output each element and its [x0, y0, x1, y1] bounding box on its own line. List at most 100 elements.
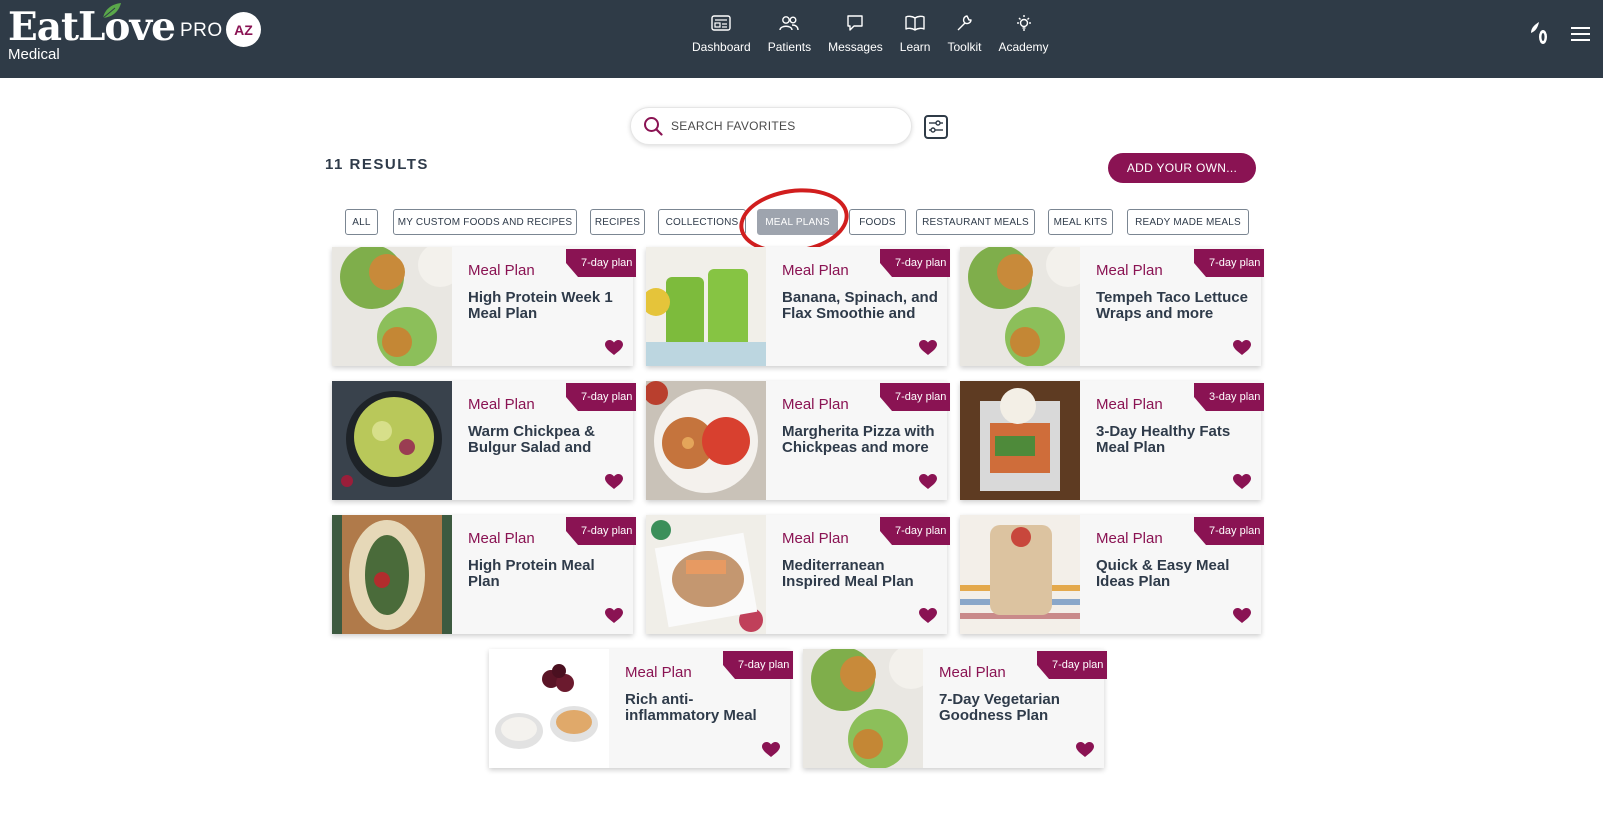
plan-length-ribbon: 7-day plan	[566, 249, 636, 277]
meal-plan-card[interactable]: Meal Plan Warm Chickpea & Bulgur Salad an…	[332, 381, 636, 500]
eatlove-app-icon[interactable]	[1528, 21, 1550, 45]
meal-plan-card[interactable]: Meal Plan High Protein Meal Plan 7-day pla…	[332, 515, 636, 634]
meal-plan-card[interactable]: Meal Plan Rich anti-inflammatory Meal 7-da…	[489, 649, 793, 768]
favorite-heart-icon[interactable]	[1233, 608, 1251, 624]
plan-length-ribbon: 7-day plan	[566, 517, 636, 545]
nav-dashboard[interactable]: Dashboard	[692, 14, 751, 54]
plan-length-ribbon: 7-day plan	[1037, 651, 1107, 679]
search-input[interactable]	[671, 119, 891, 133]
nav-label: Academy	[998, 40, 1049, 54]
meal-plan-card[interactable]: Meal Plan Tempeh Taco Lettuce Wraps and m…	[960, 247, 1264, 366]
meal-plan-thumbnail	[646, 381, 766, 500]
brand-logo[interactable]: EatLove Medical	[8, 3, 176, 63]
nav-label: Patients	[767, 40, 812, 54]
sliders-icon	[929, 120, 943, 133]
meal-plan-thumbnail	[803, 649, 923, 768]
meal-plan-card[interactable]: Meal Plan Quick & Easy Meal Ideas Plan 7-d…	[960, 515, 1264, 634]
academy-icon	[1016, 15, 1031, 31]
card-info: Meal Plan High Protein Meal Plan 7-day pla…	[452, 515, 636, 634]
card-type-label: Meal Plan	[1096, 396, 1163, 413]
card-info: Meal Plan Banana, Spinach, and Flax Smoot…	[766, 247, 950, 366]
card-info: Meal Plan Mediterranean Inspired Meal Pla…	[766, 515, 950, 634]
filter-tab-meal-plans[interactable]: MEAL PLANS	[757, 209, 838, 235]
plan-length-ribbon: 7-day plan	[880, 249, 950, 277]
meal-plan-thumbnail	[960, 515, 1080, 634]
card-type-label: Meal Plan	[468, 530, 535, 547]
meal-plan-thumbnail	[960, 381, 1080, 500]
filter-tab-meal-kits[interactable]: MEAL KITS	[1048, 209, 1113, 235]
favorite-heart-icon[interactable]	[1233, 340, 1251, 356]
plan-length-ribbon: 7-day plan	[1194, 249, 1264, 277]
favorite-heart-icon[interactable]	[919, 474, 937, 490]
dashboard-icon	[711, 15, 732, 31]
main-nav: Dashboard Patients Messages Learn Toolki…	[692, 14, 1066, 54]
card-type-label: Meal Plan	[468, 262, 535, 279]
filter-tab-restaurant-meals[interactable]: RESTAURANT MEALS	[916, 209, 1035, 235]
favorite-heart-icon[interactable]	[919, 608, 937, 624]
card-title[interactable]: Warm Chickpea & Bulgur Salad and more	[468, 424, 624, 456]
card-type-label: Meal Plan	[782, 530, 849, 547]
card-title[interactable]: 7-Day Vegetarian Goodness Plan	[939, 692, 1095, 724]
meal-plan-thumbnail	[489, 649, 609, 768]
plan-length-ribbon: 7-day plan	[1194, 517, 1264, 545]
favorite-heart-icon[interactable]	[605, 340, 623, 356]
nav-messages[interactable]: Messages	[828, 14, 883, 54]
favorite-heart-icon[interactable]	[1233, 474, 1251, 490]
toolkit-icon	[957, 15, 973, 31]
meal-plan-card[interactable]: Meal Plan Banana, Spinach, and Flax Smoot…	[646, 247, 950, 366]
nav-patients[interactable]: Patients	[768, 14, 811, 54]
avatar[interactable]: AZ	[226, 12, 261, 47]
plan-length-ribbon: 7-day plan	[880, 517, 950, 545]
filter-tab-custom[interactable]: MY CUSTOM FOODS AND RECIPES	[393, 209, 577, 235]
meal-plan-thumbnail	[332, 515, 452, 634]
card-info: Meal Plan 3-Day Healthy Fats Meal Plan 3-d…	[1080, 381, 1264, 500]
card-title[interactable]: Rich anti-inflammatory Meal	[625, 692, 781, 724]
card-type-label: Meal Plan	[625, 664, 692, 681]
add-your-own-button[interactable]: ADD YOUR OWN...	[1108, 153, 1256, 183]
favorite-heart-icon[interactable]	[1076, 742, 1094, 758]
meal-plan-thumbnail	[646, 515, 766, 634]
hamburger-menu-icon[interactable]	[1571, 27, 1590, 45]
meal-plan-thumbnail	[646, 247, 766, 366]
meal-plan-card[interactable]: Meal Plan Mediterranean Inspired Meal Pla…	[646, 515, 950, 634]
card-title[interactable]: Quick & Easy Meal Ideas Plan	[1096, 558, 1252, 590]
card-title[interactable]: Mediterranean Inspired Meal Plan	[782, 558, 938, 590]
card-title[interactable]: High Protein Meal Plan	[468, 558, 624, 590]
card-title[interactable]: Margherita Pizza with Chickpeas and more	[782, 424, 938, 456]
filter-settings-button[interactable]	[924, 115, 948, 139]
card-title[interactable]: 3-Day Healthy Fats Meal Plan	[1096, 424, 1252, 456]
meal-plan-card[interactable]: Meal Plan High Protein Week 1 Meal Plan 7-…	[332, 247, 636, 366]
card-type-label: Meal Plan	[782, 396, 849, 413]
meal-plan-card[interactable]: Meal Plan 3-Day Healthy Fats Meal Plan 3-d…	[960, 381, 1264, 500]
favorite-heart-icon[interactable]	[605, 474, 623, 490]
leaf-icon	[102, 3, 121, 19]
top-header: EatLove Medical PRO AZ Dashboard Patient…	[0, 0, 1603, 78]
favorite-heart-icon[interactable]	[762, 742, 780, 758]
card-info: Meal Plan 7-Day Vegetarian Goodness Plan 7…	[923, 649, 1107, 768]
meal-plan-card[interactable]: Meal Plan 7-Day Vegetarian Goodness Plan 7…	[803, 649, 1107, 768]
filter-tab-collections[interactable]: COLLECTIONS	[658, 209, 746, 235]
nav-academy[interactable]: Academy	[999, 14, 1049, 54]
filter-tab-all[interactable]: ALL	[345, 209, 378, 235]
filter-tab-foods[interactable]: FOODS	[849, 209, 906, 235]
patients-icon	[779, 16, 800, 31]
nav-label: Learn	[899, 40, 931, 54]
logo-subtitle: Medical	[8, 46, 60, 63]
card-type-label: Meal Plan	[782, 262, 849, 279]
card-info: Meal Plan Margherita Pizza with Chickpeas…	[766, 381, 950, 500]
card-info: Meal Plan Warm Chickpea & Bulgur Salad an…	[452, 381, 636, 500]
favorite-heart-icon[interactable]	[919, 340, 937, 356]
nav-toolkit[interactable]: Toolkit	[947, 14, 982, 54]
card-title[interactable]: High Protein Week 1 Meal Plan	[468, 290, 624, 322]
meal-plan-card[interactable]: Meal Plan Margherita Pizza with Chickpeas…	[646, 381, 950, 500]
filter-tab-ready-made-meals[interactable]: READY MADE MEALS	[1127, 209, 1249, 235]
filter-tab-recipes[interactable]: RECIPES	[590, 209, 645, 235]
plan-length-ribbon: 3-day plan	[1194, 383, 1264, 411]
search-box[interactable]	[630, 107, 912, 145]
plan-length-ribbon: 7-day plan	[723, 651, 793, 679]
results-count: 11 RESULTS	[325, 156, 429, 173]
card-title[interactable]: Banana, Spinach, and Flax Smoothie and	[782, 290, 938, 322]
nav-learn[interactable]: Learn	[899, 14, 931, 54]
favorite-heart-icon[interactable]	[605, 608, 623, 624]
card-title[interactable]: Tempeh Taco Lettuce Wraps and more	[1096, 290, 1252, 322]
